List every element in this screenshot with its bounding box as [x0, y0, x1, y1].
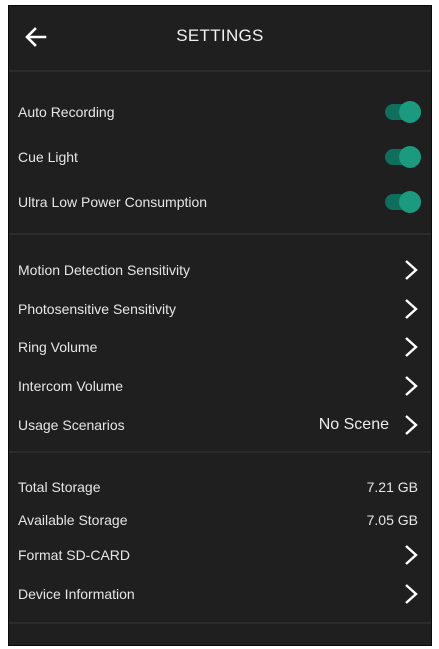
chevron-right-icon	[405, 545, 418, 565]
nav-item-usage-scenarios[interactable]: Usage Scenarios No Scene	[9, 407, 431, 443]
cue-light-toggle[interactable]	[385, 146, 421, 168]
nav-item-photosensitive-sensitivity[interactable]: Photosensitive Sensitivity	[9, 291, 431, 327]
toggle-thumb	[399, 101, 421, 123]
toggle-row-ultra-low-power[interactable]: Ultra Low Power Consumption	[9, 184, 431, 220]
nav-item-motion-detection-sensitivity[interactable]: Motion Detection Sensitivity	[9, 252, 431, 288]
toggle-row-cue-light[interactable]: Cue Light	[9, 139, 431, 175]
nav-item-label: Motion Detection Sensitivity	[18, 262, 190, 278]
nav-item-label: Ring Volume	[18, 339, 98, 355]
toggle-label: Auto Recording	[18, 104, 115, 120]
total-storage-row: Total Storage 7.21 GB	[9, 469, 431, 505]
chevron-right-icon	[405, 376, 418, 396]
header: SETTINGS	[9, 6, 431, 68]
total-storage-value: 7.21 GB	[366, 479, 418, 495]
page-title: SETTINGS	[176, 26, 264, 45]
toggle-label: Ultra Low Power Consumption	[18, 194, 208, 210]
nav-item-label: Device Information	[18, 586, 135, 602]
toggle-thumb	[399, 191, 421, 213]
chevron-right-icon	[405, 415, 418, 435]
nav-item-label: Usage Scenarios	[18, 417, 125, 433]
divider	[9, 233, 431, 235]
chevron-right-icon	[405, 260, 418, 280]
toggle-label: Cue Light	[18, 149, 78, 165]
available-storage-row: Available Storage 7.05 GB	[9, 502, 431, 538]
available-storage-label: Available Storage	[18, 512, 128, 528]
nav-item-ring-volume[interactable]: Ring Volume	[9, 329, 431, 365]
divider	[9, 451, 431, 453]
nav-item-device-information[interactable]: Device Information	[9, 576, 431, 612]
auto-recording-toggle[interactable]	[385, 101, 421, 123]
chevron-right-icon	[405, 299, 418, 319]
chevron-right-icon	[405, 337, 418, 357]
nav-item-intercom-volume[interactable]: Intercom Volume	[9, 368, 431, 404]
nav-item-label: Intercom Volume	[18, 378, 124, 394]
divider	[9, 622, 431, 624]
chevron-right-icon	[405, 584, 418, 604]
toggle-thumb	[399, 146, 421, 168]
toggle-row-auto-recording[interactable]: Auto Recording	[9, 94, 431, 130]
nav-item-format-sd-card[interactable]: Format SD-CARD	[9, 537, 431, 573]
ultra-low-power-toggle[interactable]	[385, 191, 421, 213]
total-storage-label: Total Storage	[18, 479, 101, 495]
nav-item-label: Format SD-CARD	[18, 547, 131, 563]
divider	[9, 70, 431, 72]
nav-item-label: Photosensitive Sensitivity	[18, 301, 176, 317]
available-storage-value: 7.05 GB	[366, 512, 418, 528]
settings-screen: SETTINGS Auto Recording Cue Light Ultra …	[8, 5, 432, 646]
usage-scenario-value: No Scene	[318, 416, 389, 433]
